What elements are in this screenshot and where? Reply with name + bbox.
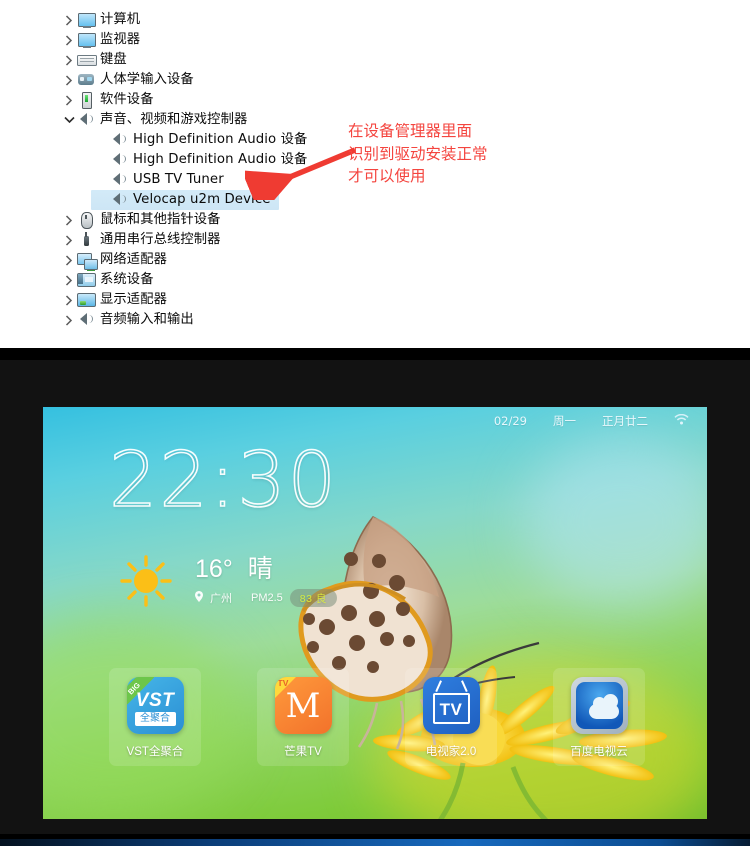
app-tile[interactable]: TV M 芒果TV: [257, 668, 349, 766]
annotation-line-1: 在设备管理器里面: [348, 122, 473, 140]
chevron-right-icon[interactable]: [62, 74, 76, 86]
device-tree-item-label: 鼠标和其他指针设备: [100, 212, 221, 227]
monitor-icon: [76, 32, 96, 48]
device-tree-item-label: 人体学输入设备: [100, 72, 194, 87]
speaker-icon: [109, 192, 129, 208]
mangotv-app-icon[interactable]: TV M: [274, 677, 332, 734]
annotation-arrow-icon: [245, 147, 357, 200]
device-tree-item-label: 显示适配器: [100, 292, 167, 307]
device-tree-item[interactable]: 人体学输入设备: [62, 70, 194, 90]
annotation-text: 在设备管理器里面 识别到驱动安装正常 才可以使用: [348, 120, 488, 188]
app-tile[interactable]: BIG VST 全聚合 VST全聚合: [109, 668, 201, 766]
device-tree-item-label: 计算机: [100, 12, 141, 27]
chevron-right-icon[interactable]: [62, 214, 76, 226]
speaker-icon: [76, 112, 96, 128]
weather-temperature: 16°: [195, 555, 233, 583]
baidu-tv-cloud-app-icon[interactable]: [570, 677, 628, 734]
speaker-icon: [109, 132, 129, 148]
bottom-blue-strip: [0, 839, 750, 846]
chevron-right-icon[interactable]: [62, 314, 76, 326]
pm25-label: PM2.5: [251, 592, 283, 604]
usb-icon: [76, 232, 96, 248]
chevron-right-icon[interactable]: [62, 94, 76, 106]
chevron-right-icon[interactable]: [62, 34, 76, 46]
wifi-icon: [674, 413, 689, 428]
device-tree-item-label: 网络适配器: [100, 252, 167, 267]
weather-widget: 16° 晴 广州 PM2.5 83 良: [195, 555, 337, 607]
device-tree-item-label: 软件设备: [100, 92, 154, 107]
weather-temp-condition: 16° 晴: [195, 555, 337, 583]
chevron-right-icon[interactable]: [62, 274, 76, 286]
clock: 22:30: [108, 435, 339, 524]
device-tree-item-label: 系统设备: [100, 272, 154, 287]
speaker-icon: [109, 172, 129, 188]
device-tree-item[interactable]: 声音、视频和游戏控制器: [62, 110, 247, 130]
device-tree-item[interactable]: USB TV Tuner: [95, 170, 224, 190]
tv-photo: 02/29 周一 正月廿二 22:30 16° 晴 广州 PM2.5 83 良 …: [0, 348, 750, 846]
vst-mark: VST: [135, 690, 175, 711]
device-tree-item-label: 键盘: [100, 52, 127, 67]
device-tree-item[interactable]: 通用串行总线控制器: [62, 230, 221, 250]
status-bar: 02/29 周一 正月廿二: [494, 413, 689, 429]
software-device-icon: [76, 92, 96, 109]
vst-sub: 全聚合: [134, 712, 176, 726]
chevron-right-icon[interactable]: [62, 294, 76, 306]
sun-icon: [120, 555, 172, 607]
weather-condition: 晴: [247, 555, 273, 583]
app-row: BIG VST 全聚合 VST全聚合 TV M 芒果TV TV 电视家2.0 百度电视云: [109, 668, 645, 766]
mouse-icon: [76, 212, 96, 229]
annotation-line-3: 才可以使用: [348, 167, 426, 185]
weather-location: 广州: [210, 593, 232, 605]
device-tree-item-label: 音频输入和输出: [100, 312, 194, 327]
tv-mark: TV: [439, 700, 463, 719]
chevron-right-icon[interactable]: [62, 254, 76, 266]
device-tree-item[interactable]: 键盘: [62, 50, 127, 70]
keyboard-icon: [76, 52, 97, 68]
chevron-right-icon[interactable]: [62, 54, 76, 66]
speaker-icon: [76, 312, 96, 328]
vst-app-icon[interactable]: BIG VST 全聚合: [126, 677, 184, 734]
app-label: 电视家2.0: [425, 746, 477, 758]
device-tree-item-label: USB TV Tuner: [133, 172, 224, 187]
cloud-disc: [575, 682, 623, 729]
app-label: 芒果TV: [284, 746, 322, 758]
chevron-down-icon[interactable]: [62, 116, 76, 124]
weather-sub: 广州 PM2.5 83 良: [195, 589, 337, 607]
device-tree-item-label: 声音、视频和游戏控制器: [100, 112, 248, 127]
mango-m-mark: M: [285, 686, 321, 726]
location-pin-icon: [195, 591, 203, 605]
device-tree-item-label: 监视器: [100, 32, 141, 47]
status-date: 02/29: [493, 414, 527, 428]
app-tile[interactable]: 百度电视云: [553, 668, 645, 766]
annotation-line-2: 识别到驱动安装正常: [348, 144, 488, 163]
status-weekday: 周一: [553, 414, 576, 428]
pm25-badge: 83 良: [289, 589, 337, 607]
chevron-right-icon[interactable]: [62, 234, 76, 246]
tvjia-app-icon[interactable]: TV: [422, 677, 480, 734]
cloud-icon: [588, 694, 619, 719]
hid-icon: [76, 72, 96, 88]
app-label: 百度电视云: [570, 746, 628, 758]
display-adapter-icon: [76, 292, 96, 308]
device-tree-item-label: 通用串行总线控制器: [100, 232, 221, 247]
device-manager-panel: 计算机 监视器 键盘 人体学输入设备 软件设备 声音、视频和游戏控制器 High Defin…: [0, 0, 750, 348]
device-tree-item[interactable]: 计算机: [62, 10, 140, 30]
system-device-icon: [76, 272, 96, 288]
device-tree-item[interactable]: 软件设备: [62, 90, 154, 110]
device-tree-item[interactable]: 网络适配器: [62, 250, 167, 270]
speaker-icon: [109, 152, 129, 168]
tv-screen: 02/29 周一 正月廿二 22:30 16° 晴 广州 PM2.5 83 良 …: [43, 407, 707, 819]
device-tree-item[interactable]: 系统设备: [62, 270, 154, 290]
device-tree-item[interactable]: 鼠标和其他指针设备: [62, 210, 221, 230]
chevron-right-icon[interactable]: [62, 14, 76, 26]
device-tree-item[interactable]: 监视器: [62, 30, 140, 50]
app-tile[interactable]: TV 电视家2.0: [405, 668, 497, 766]
tv-bezel: 02/29 周一 正月廿二 22:30 16° 晴 广州 PM2.5 83 良 …: [0, 360, 750, 834]
status-lunar-date: 正月廿二: [602, 414, 648, 428]
device-tree-item[interactable]: 音频输入和输出: [62, 310, 194, 330]
network-icon: [76, 252, 98, 270]
monitor-icon: [76, 12, 96, 28]
app-label: VST全聚合: [126, 746, 184, 758]
device-tree-item[interactable]: 显示适配器: [62, 290, 167, 310]
